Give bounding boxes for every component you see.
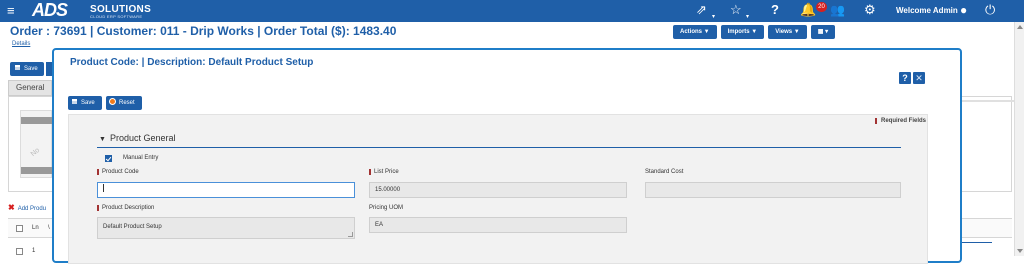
modal-title: Product Code: | Description: Default Pro… (70, 57, 314, 68)
reset-icon (109, 98, 116, 105)
share-icon[interactable]: ⇗ (696, 2, 707, 18)
pricing-uom-label: Pricing UOM (369, 205, 404, 211)
film-strip-bottom (21, 167, 53, 174)
add-product-link[interactable]: ✖ Add Produ (8, 203, 46, 212)
notification-bell-icon[interactable]: 🔔 (800, 2, 816, 18)
top-navigation-bar: ≡ ADS SOLUTIONS CLOUD ERP SOFTWARE ⇗ ▾ ☆… (0, 0, 1024, 22)
user-profile-icon[interactable]: ● (960, 2, 967, 18)
modal-help-button[interactable]: ? (899, 72, 911, 84)
product-code-input[interactable] (97, 182, 355, 198)
users-group-icon[interactable]: 👥 (830, 2, 845, 18)
favorites-dropdown-caret-icon[interactable]: ▾ (746, 9, 749, 25)
list-price-input[interactable]: 15.00000 (369, 182, 627, 198)
row-line-number: 1 (32, 248, 36, 254)
background-right-divider (962, 100, 1014, 102)
product-description-label: Product Description (97, 205, 154, 211)
welcome-user-text[interactable]: Welcome Admin (896, 6, 958, 15)
calendar-dropdown-button[interactable]: ▦ ▾ (810, 25, 836, 39)
save-disk-icon (71, 98, 78, 105)
help-question-icon[interactable]: ? (771, 2, 779, 18)
text-caret (103, 184, 104, 192)
scroll-up-arrow-icon[interactable] (1017, 25, 1023, 29)
logo-subtitle-text: CLOUD ERP SOFTWARE (90, 14, 143, 19)
section-header-product-general[interactable]: ▼ Product General (99, 133, 175, 143)
no-image-text: No (29, 146, 42, 159)
views-dropdown-button[interactable]: Views ▼ (768, 25, 807, 39)
background-save-button[interactable]: Save (10, 62, 44, 76)
section-divider (97, 147, 901, 148)
background-blue-divider (962, 242, 992, 243)
scroll-down-arrow-icon[interactable] (1017, 249, 1023, 253)
add-product-label: Add Produ (17, 206, 47, 212)
order-action-buttons: Actions ▼ Imports ▼ Views ▼ ▦ ▾ (673, 25, 836, 39)
chevron-down-icon: ▼ (99, 136, 106, 143)
details-link[interactable]: Details (12, 41, 30, 47)
hamburger-menu-icon[interactable]: ≡ (7, 3, 15, 18)
product-setup-modal: Product Code: | Description: Default Pro… (52, 48, 962, 264)
tab-general[interactable]: General (8, 80, 52, 96)
settings-gear-icon[interactable]: ⚙ (864, 2, 876, 18)
resize-grip-icon[interactable] (348, 232, 353, 237)
product-image-placeholder: No (20, 110, 53, 178)
add-product-x-icon: ✖ (8, 203, 15, 212)
favorites-star-icon[interactable]: ☆ (730, 2, 742, 18)
product-description-textarea[interactable]: Default Product Setup (97, 217, 355, 239)
film-strip-top (21, 117, 53, 124)
product-description-value: Default Product Setup (103, 224, 162, 230)
logo-ads-text: ADS (32, 0, 68, 20)
section-title: Product General (109, 133, 176, 143)
product-code-label: Product Code (97, 169, 139, 175)
standard-cost-input[interactable] (645, 182, 901, 198)
column-header-next: \ (48, 225, 50, 231)
manual-entry-label: Manual Entry (123, 155, 159, 161)
standard-cost-label: Standard Cost (645, 169, 684, 175)
product-form-panel: Required Fields ▼ Product General Manual … (68, 114, 928, 264)
manual-entry-checkbox[interactable] (105, 155, 112, 162)
modal-save-button[interactable]: Save (68, 96, 102, 110)
order-title: Order : 73691 | Customer: 011 - Drip Wor… (10, 24, 397, 38)
column-header-ln: Ln (32, 225, 39, 231)
modal-reset-button[interactable]: Reset (106, 96, 142, 110)
imports-dropdown-button[interactable]: Imports ▼ (720, 25, 765, 39)
save-disk-icon (14, 64, 21, 71)
background-save-label: Save (24, 66, 38, 72)
modal-reset-label: Reset (119, 100, 135, 106)
pricing-uom-input[interactable]: EA (369, 217, 627, 233)
list-price-label: List Price (369, 169, 399, 175)
notification-count-badge: 20 (816, 2, 827, 12)
required-fields-note: Required Fields (875, 118, 926, 124)
power-logout-icon[interactable]: ⏻ (985, 2, 995, 18)
share-dropdown-caret-icon[interactable]: ▾ (712, 9, 715, 25)
actions-dropdown-button[interactable]: Actions ▼ (673, 25, 717, 39)
page-vertical-scrollbar[interactable] (1014, 22, 1024, 256)
modal-close-button[interactable]: ✕ (913, 72, 925, 84)
modal-save-label: Save (81, 100, 95, 106)
row-checkbox[interactable] (16, 248, 23, 255)
select-all-checkbox[interactable] (16, 225, 23, 232)
